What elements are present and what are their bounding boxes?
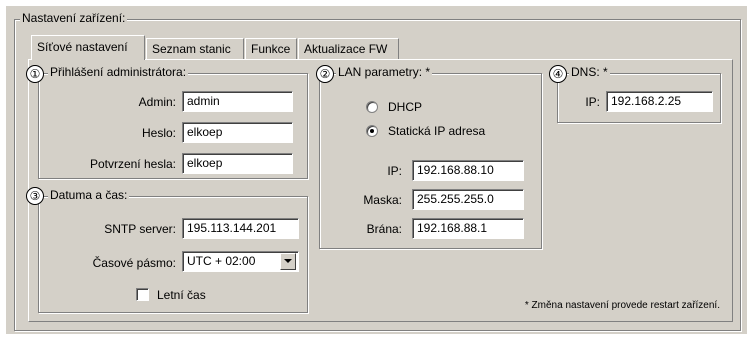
static-ip-radio[interactable]: [366, 125, 378, 137]
password-label: Heslo:: [141, 126, 176, 140]
lan-params-title: LAN parametry: *: [336, 65, 433, 79]
gateway-label: Brána:: [366, 222, 402, 236]
dhcp-label: DHCP: [388, 100, 423, 114]
marker-1: ①: [26, 65, 44, 83]
password-confirm-field[interactable]: elkoep: [182, 153, 293, 174]
mask-label: Maska:: [363, 193, 402, 207]
dst-checkbox[interactable]: [136, 288, 149, 301]
dst-label: Letní čas: [157, 288, 206, 302]
dns-title: DNS: *: [569, 65, 610, 79]
dns-ip-field[interactable]: 192.168.2.25: [606, 91, 713, 112]
dhcp-radio[interactable]: [366, 101, 378, 113]
sntp-label: SNTP server:: [104, 222, 176, 236]
marker-3: ③: [26, 187, 44, 205]
password-field[interactable]: elkoep: [182, 122, 293, 143]
admin-username-field[interactable]: admin: [182, 91, 293, 112]
restart-footnote: * Změna nastavení provede restart zaříze…: [524, 300, 720, 311]
gateway-field[interactable]: 192.168.88.1: [412, 218, 524, 239]
lan-ip-field[interactable]: 192.168.88.10: [412, 160, 524, 181]
admin-login-title: Přihlášení administrátora:: [48, 65, 189, 79]
datetime-title: Datuma a čas:: [48, 188, 130, 202]
chevron-down-icon: [284, 259, 292, 263]
mask-field[interactable]: 255.255.255.0: [412, 189, 524, 210]
tab-functions[interactable]: Funkce: [245, 38, 297, 59]
password-confirm-label: Potvrzení hesla:: [89, 157, 176, 171]
tab-network-settings[interactable]: Síťové nastavení: [31, 35, 145, 60]
marker-4: ④: [549, 65, 567, 83]
radio-selected-dot: [370, 129, 374, 133]
tab-station-list[interactable]: Seznam stanic: [146, 38, 244, 59]
device-settings-title: Nastavení zařízení:: [20, 11, 128, 25]
timezone-value: UTC + 02:00: [187, 254, 256, 268]
lan-ip-label: IP:: [387, 164, 402, 178]
tab-fw-update[interactable]: Aktualizace FW: [298, 38, 399, 59]
sntp-server-field[interactable]: 195.113.144.201: [182, 218, 299, 239]
dns-ip-label: IP:: [585, 95, 600, 109]
timezone-dropdown-button[interactable]: [280, 253, 296, 270]
admin-label: Admin:: [138, 95, 176, 109]
marker-2: ②: [316, 65, 334, 83]
timezone-label: Časové pásmo:: [92, 256, 176, 270]
static-ip-label: Statická IP adresa: [388, 124, 486, 138]
